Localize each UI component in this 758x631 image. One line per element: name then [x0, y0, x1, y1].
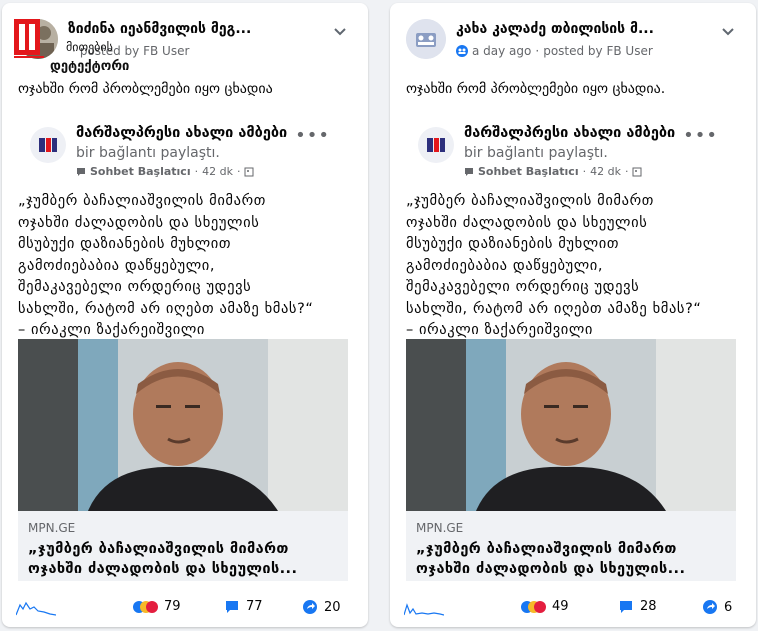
link-photo[interactable]: [406, 339, 736, 511]
chevron-down-icon[interactable]: [720, 23, 736, 39]
embed-age[interactable]: 42 dk: [202, 165, 233, 178]
comments-value: 28: [640, 599, 657, 614]
quote-line: ოჯახში ძალადობის და სხეულის: [18, 214, 260, 231]
group-icon: [456, 45, 468, 57]
comment-icon: [620, 600, 632, 613]
embed-chat: Sohbet Başlatıcı: [90, 165, 191, 178]
embed-page-name[interactable]: მარშალპრესი ახალი ამბები: [464, 125, 675, 141]
link-title[interactable]: „ჯუმბერ ბაჩალიაშვილის მიმართ ოჯახში ძალა…: [28, 539, 340, 579]
link-domain: MPN.GE: [416, 521, 464, 535]
link-title-line: ოჯახში ძალადობის და სხეულის...: [416, 561, 686, 577]
comments-value: 77: [246, 599, 263, 614]
link-domain: MPN.GE: [28, 521, 76, 535]
comments-count[interactable]: 77: [224, 599, 263, 614]
post-time[interactable]: a day ago: [472, 44, 531, 58]
comment-icon: [226, 600, 238, 613]
quote-line: სახლში, რატომ არ იღებთ ამაზე ხმას?“: [406, 300, 702, 317]
quote-line: გამოძიებაბია დაწყებული,: [18, 257, 216, 274]
embed-quote: „ჯუმბერ ბაჩალიაშვილის მიმართ ოჯახში ძალა…: [18, 191, 348, 342]
share-icon: [303, 600, 317, 614]
meta-dot: ·: [194, 165, 199, 178]
svg-text:დეტექტორი: დეტექტორი: [50, 59, 129, 74]
embed-age[interactable]: 42 dk: [590, 165, 621, 178]
myth-detector-logo: მითების დეტექტორი: [14, 19, 129, 74]
sparkline-icon: [404, 603, 444, 616]
link-preview[interactable]: MPN.GE „ჯუმბერ ბაჩალიაშვილის მიმართ ოჯახ…: [18, 511, 348, 581]
post-meta: a day ago · posted by FB User: [456, 44, 653, 58]
quote-line: შემაკავებელი ორდერიც უდევს: [18, 279, 252, 295]
embed-shared-text: bir bağlantı paylaştı.: [464, 145, 608, 161]
post-header: კახა კალაძე თბილისის მ... a day ago · po…: [390, 3, 756, 73]
page-name[interactable]: კახა კალაძე თბილისის მ...: [456, 21, 676, 37]
link-title-line: „ჯუმბერ ბაჩალიაშვილის მიმართ: [28, 541, 289, 557]
group-avatar-icon[interactable]: [406, 19, 446, 59]
image-icon: [632, 167, 642, 176]
embed-page-name[interactable]: მარშალპრესი ახალი ამბები: [76, 125, 287, 141]
embed-chat: Sohbet Başlatıcı: [478, 165, 579, 178]
shares-count[interactable]: 20: [302, 599, 341, 615]
post-footer: 79 77 20: [2, 593, 368, 623]
quote-line: შემაკავებელი ორდერიც უდევს: [406, 279, 640, 295]
link-photo[interactable]: [18, 339, 348, 511]
shares-value: 20: [324, 599, 341, 615]
shared-post[interactable]: მარშალპრესი ახალი ამბები bir bağlantı pa…: [18, 115, 348, 581]
link-preview[interactable]: MPN.GE „ჯუმბერ ბაჩალიაშვილის მიმართ ოჯახ…: [406, 511, 736, 581]
sparkline-icon: [16, 601, 56, 616]
post-caption: ოჯახში რომ პრობლემები იყო ცხადია: [18, 81, 273, 97]
quote-line: „ჯუმბერ ბაჩალიაშვილის მიმართ: [406, 193, 654, 209]
reactions-count[interactable]: 49: [520, 599, 569, 614]
quote-line: გამოძიებაბია დაწყებული,: [406, 257, 604, 274]
image-icon: [244, 167, 254, 176]
more-options-icon[interactable]: •••: [683, 125, 718, 146]
meta-dot: ·: [582, 165, 587, 178]
quote-line: ოჯახში ძალადობის და სხეულის: [406, 214, 648, 231]
post-card-left: ზიძინა იეანმვილის მეგ... · posted by FB …: [2, 3, 368, 627]
meta-dot: ·: [535, 44, 540, 58]
embed-shared-text: bir bağlantı paylaştı.: [76, 145, 220, 161]
quote-line: სახლში, რატომ არ იღებთ ამაზე ხმას?“: [18, 300, 314, 317]
marshalpress-logo-icon[interactable]: [30, 127, 66, 163]
link-title[interactable]: „ჯუმბერ ბაჩალიაშვილის მიმართ ოჯახში ძალა…: [416, 539, 728, 579]
reactions-value: 49: [552, 599, 569, 614]
post-caption: ოჯახში რომ პრობლემები იყო ცხადია.: [406, 81, 666, 97]
meta-dot: ·: [624, 165, 629, 178]
shares-count[interactable]: 6: [702, 599, 732, 615]
marshalpress-logo-icon[interactable]: [418, 127, 454, 163]
reactions-icon: [132, 600, 158, 614]
more-options-icon[interactable]: •••: [295, 125, 330, 146]
post-card-right: კახა კალაძე თბილისის მ... a day ago · po…: [390, 3, 756, 627]
meta-dot: ·: [236, 165, 241, 178]
reactions-icon: [520, 600, 546, 614]
svg-text:მითების: მითების: [66, 40, 113, 54]
post-footer: 49 28 6: [390, 593, 756, 623]
chevron-down-icon[interactable]: [332, 23, 348, 39]
chat-icon: [77, 167, 85, 176]
embed-meta: Sohbet Başlatıcı · 42 dk ·: [76, 165, 254, 178]
quote-line: „ჯუმბერ ბაჩალიაშვილის მიმართ: [18, 193, 266, 209]
quote-line: მსუბუქი დაზიანების მუხლით: [406, 236, 620, 252]
link-title-line: ოჯახში ძალადობის და სხეულის...: [28, 561, 298, 577]
posted-by: posted by FB User: [543, 44, 653, 58]
embed-meta: Sohbet Başlatıcı · 42 dk ·: [464, 165, 642, 178]
shared-post[interactable]: მარშალპრესი ახალი ამბები bir bağlantı pa…: [406, 115, 736, 581]
share-icon: [703, 600, 717, 614]
chat-icon: [465, 167, 473, 176]
reactions-value: 79: [164, 599, 181, 614]
comments-count[interactable]: 28: [618, 599, 657, 614]
link-title-line: „ჯუმბერ ბაჩალიაშვილის მიმართ: [416, 541, 677, 557]
shares-value: 6: [724, 599, 733, 615]
quote-line: მსუბუქი დაზიანების მუხლით: [18, 236, 232, 252]
reactions-count[interactable]: 79: [132, 599, 181, 614]
embed-quote: „ჯუმბერ ბაჩალიაშვილის მიმართ ოჯახში ძალა…: [406, 191, 736, 342]
